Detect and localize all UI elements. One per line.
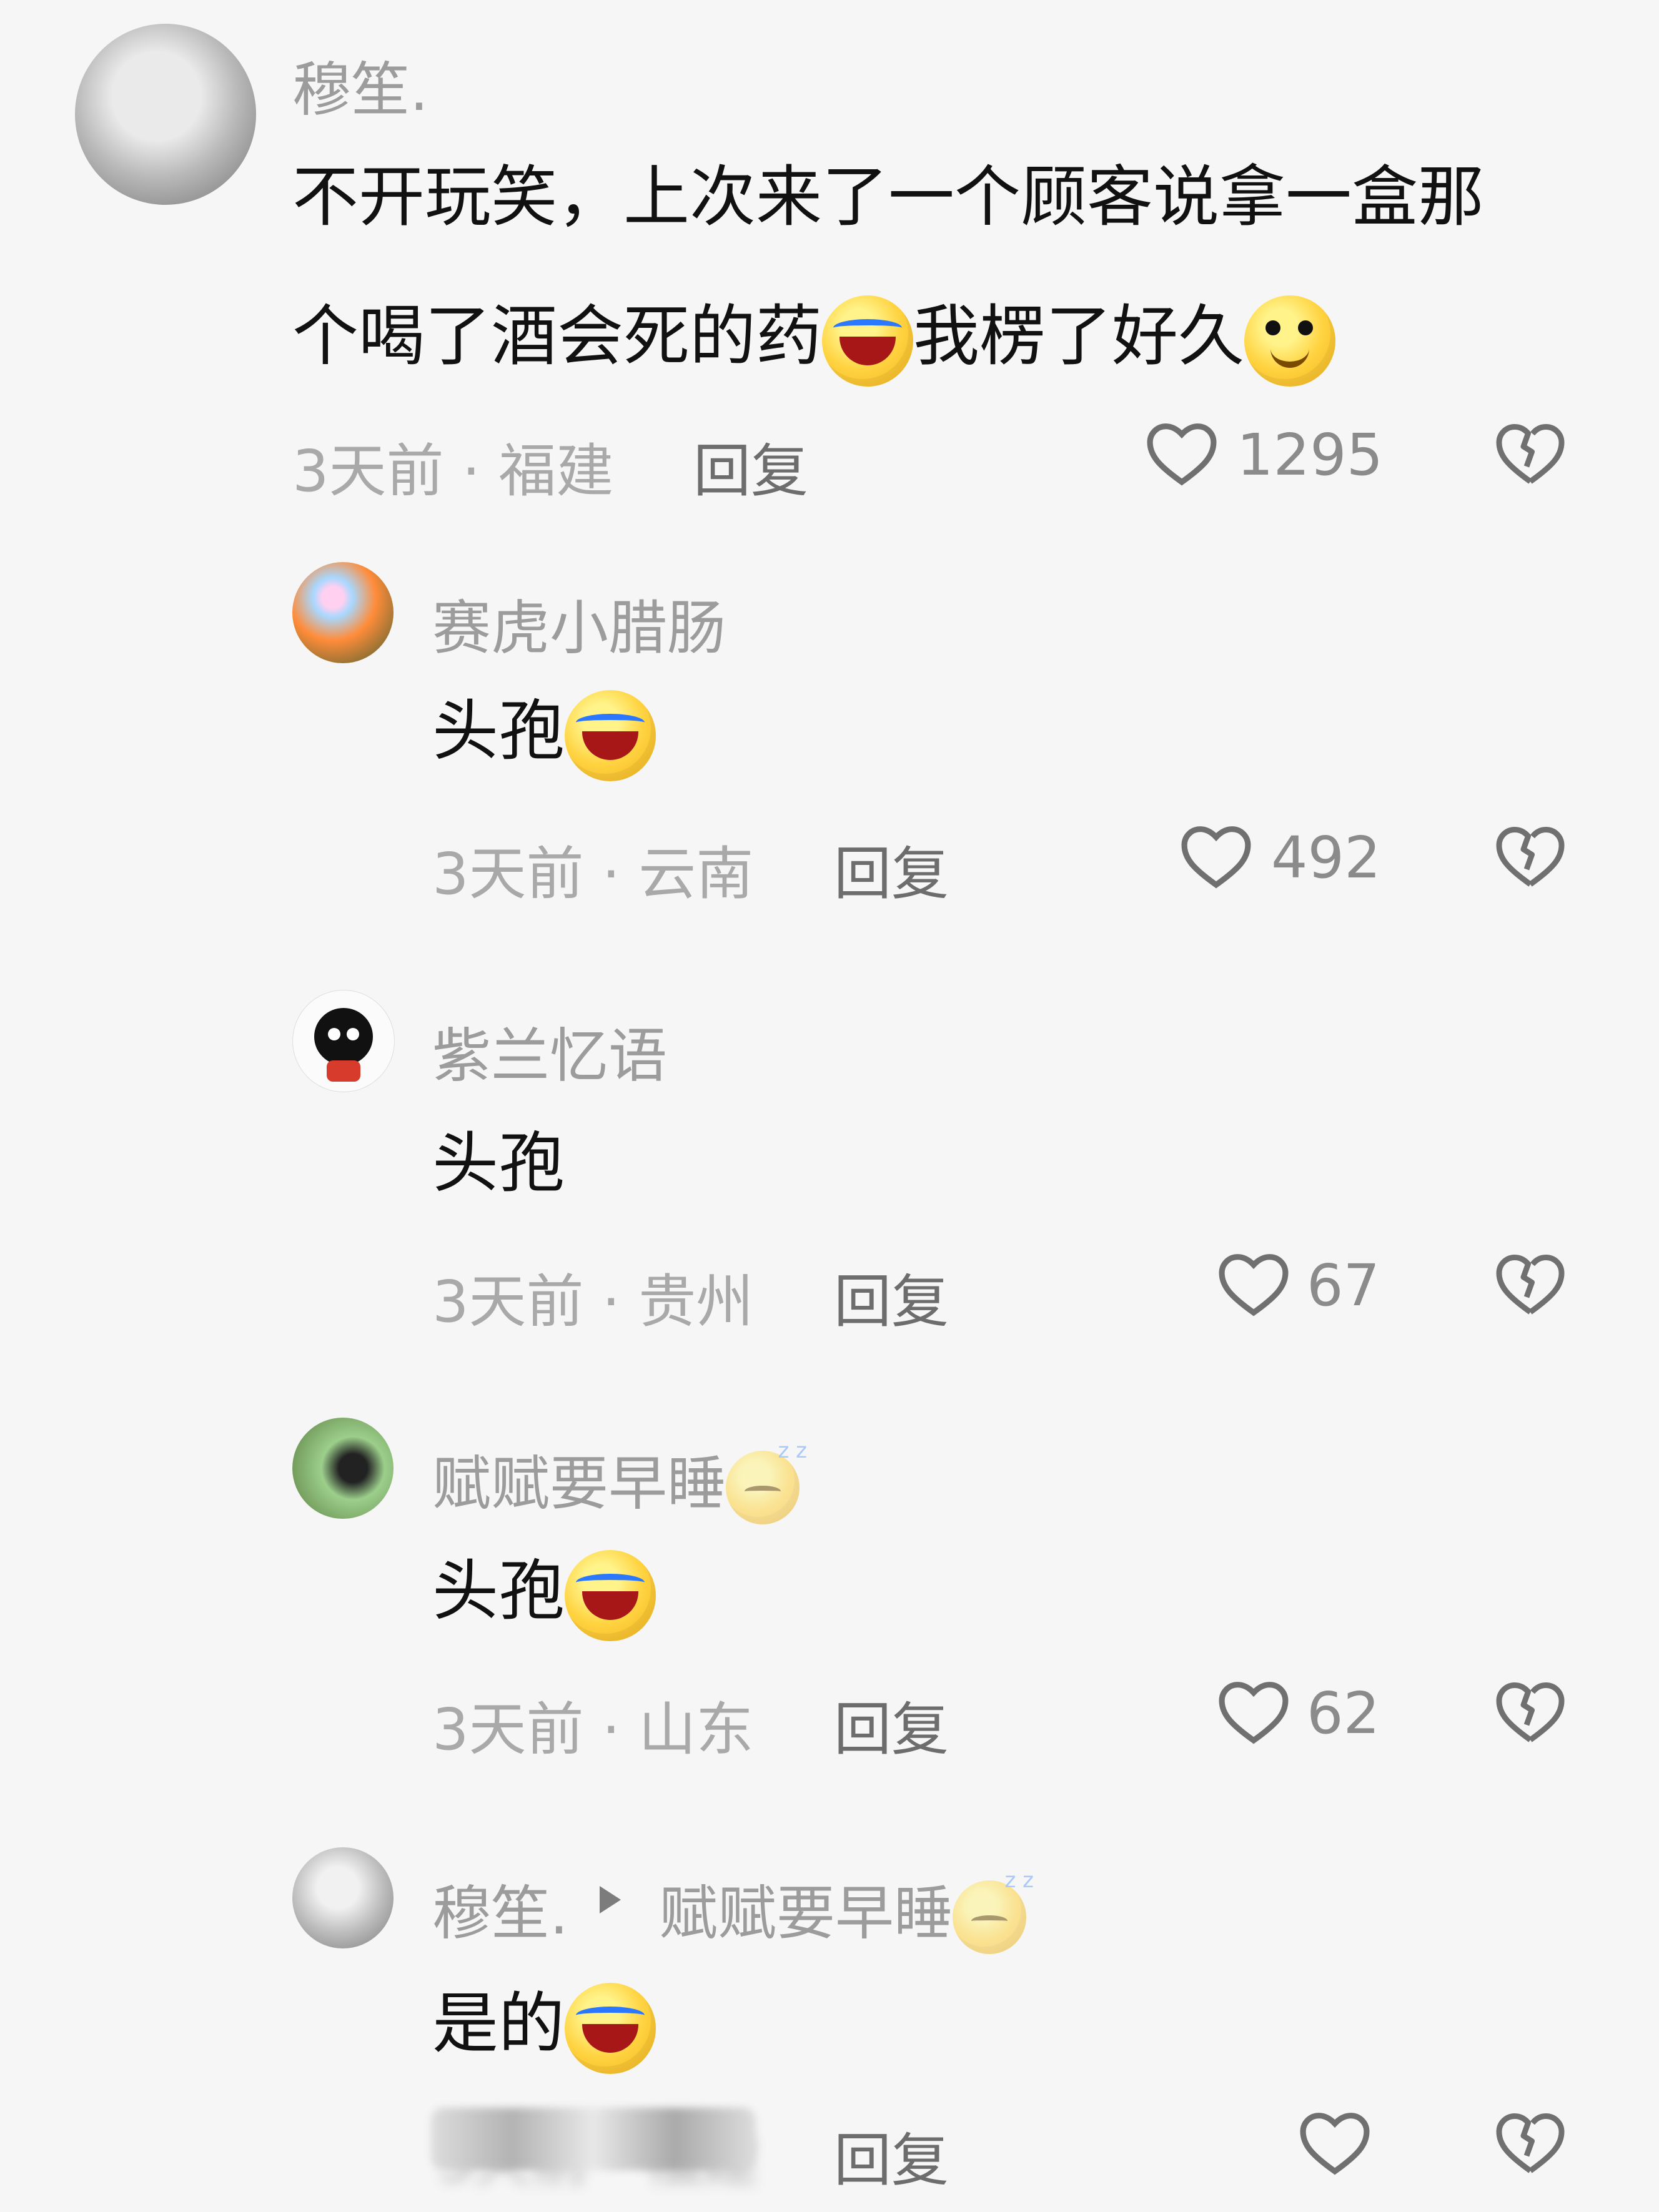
play-arrow-icon [600,1886,621,1913]
avatar[interactable] [292,990,395,1092]
sleeping-emoji [726,1438,807,1525]
sleeping-emoji [953,1868,1034,1955]
like-count: 492 [1271,824,1381,891]
comment-meta: 3天前 · 云南 [432,841,754,907]
username[interactable]: 赋赋要早睡 [432,1436,807,1525]
smile-emoji [1244,295,1335,387]
like-count: 62 [1307,1680,1380,1747]
laughing-cry-emoji [565,1983,656,2075]
avatar[interactable] [75,24,256,205]
broken-heart-icon[interactable] [1493,1677,1568,1747]
broken-heart-icon[interactable] [1493,821,1568,891]
blurred-meta-overlay [431,2108,756,2170]
username[interactable]: 赛虎小腊肠 [432,581,726,666]
avatar-figure [314,1008,373,1065]
username[interactable]: 穆笙. [292,42,428,127]
laughing-cry-emoji [565,1550,656,1642]
broken-heart-icon[interactable] [1493,1249,1568,1319]
comment-text-line-1: 不开玩笑，上次来了一个顾客说拿一盒那 [292,159,1484,235]
avatar[interactable] [292,1418,394,1519]
comment-meta: 3天前 · 山东 [432,1696,754,1763]
heart-icon[interactable] [1143,418,1221,488]
avatar[interactable] [292,562,394,663]
username[interactable]: 穆笙. [432,1866,568,1951]
comment-text-segment: 头孢 [432,693,565,769]
like-count: 67 [1307,1252,1380,1319]
broken-heart-icon[interactable] [1493,418,1568,488]
like-count: 1295 [1237,422,1384,488]
heart-icon[interactable] [1177,821,1255,891]
comment-text: 是的 [432,1955,656,2093]
username-text: 赋赋要早睡 [659,1880,953,1948]
reply-button[interactable]: 回复 [834,827,949,911]
reply-button[interactable]: 回复 [834,1683,949,1766]
laughing-cry-emoji [565,690,656,782]
heart-icon[interactable] [1215,1249,1292,1319]
avatar-scarf [327,1060,360,1082]
username[interactable]: 紫兰忆语 [432,1009,667,1094]
broken-heart-icon[interactable] [1493,2108,1568,2178]
reply-to-username[interactable]: 赋赋要早睡 [659,1866,1034,1955]
reply-button[interactable]: 回复 [693,425,808,508]
comment-meta: 3天前 · 福建 [292,438,614,505]
comment-text: 头孢 [432,662,656,801]
comment-text-segment: 我楞了好久 [913,298,1244,375]
comment-text-segment: 个喝了酒会死的药 [292,298,822,375]
comment-text-segment: 头孢 [432,1553,565,1629]
comment-text-line-2: 个喝了酒会死的药 我楞了好久 [292,267,1335,406]
heart-icon[interactable] [1215,1677,1292,1747]
heart-icon[interactable] [1296,2108,1374,2178]
comment-meta: 3天前 · 贵州 [432,1268,754,1335]
comment-text: 头孢 [432,1522,656,1661]
reply-button[interactable]: 回复 [834,2114,949,2197]
laughing-cry-emoji [822,295,913,387]
avatar[interactable] [292,1847,394,1948]
reply-button[interactable]: 回复 [834,1255,949,1338]
username-text: 赋赋要早睡 [432,1450,726,1518]
comment-text: 头孢 [432,1125,565,1202]
comment-text-segment: 是的 [432,1985,565,2062]
